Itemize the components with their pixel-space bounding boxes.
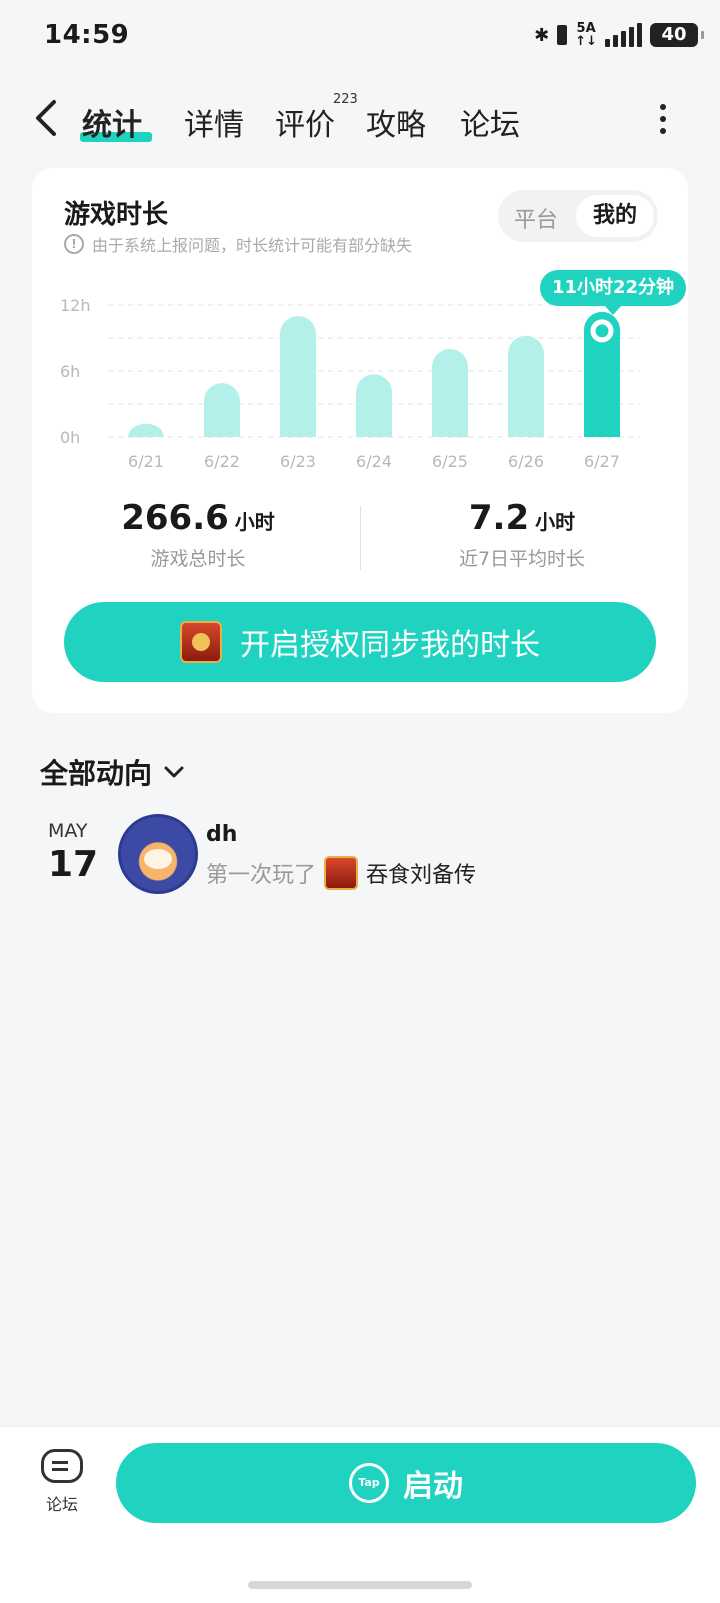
more-icon[interactable] — [660, 104, 668, 140]
x-tick-label: 6/27 — [584, 452, 620, 471]
notice-text: 由于系统上报问题，时长统计可能有部分缺失 — [92, 236, 413, 255]
forum-label: 论坛 — [45, 1495, 78, 1514]
stat-total-value: 266.6 — [121, 498, 229, 538]
card-title: 游戏时长 — [64, 200, 169, 230]
notice: ! 由于系统上报问题，时长统计可能有部分缺失 — [64, 232, 412, 256]
x-tick-label: 6/23 — [280, 452, 316, 471]
chart-bar — [432, 349, 468, 437]
feed-username[interactable]: dh — [206, 822, 237, 847]
feed-item[interactable]: MAY 17 dh 第一次玩了 吞食刘备传 — [40, 814, 680, 906]
battery-saver-icon — [557, 25, 568, 45]
bluetooth-icon: ✱ — [534, 24, 550, 46]
chart-bar — [508, 335, 544, 437]
tab-guides[interactable]: 攻略 — [366, 100, 426, 144]
feed-action: 第一次玩了 吞食刘备传 — [206, 856, 476, 890]
tab-details[interactable]: 详情 — [184, 100, 244, 144]
feed-action-text: 第一次玩了 — [206, 863, 317, 888]
bottom-bar: 论坛 Tap 启动 — [0, 1426, 720, 1603]
launch-label: 启动 — [403, 1469, 463, 1504]
selected-bar-tooltip: 11小时22分钟 — [540, 270, 686, 315]
stat-average-value: 7.2 — [468, 498, 530, 538]
chart-bar — [128, 423, 164, 437]
feed-title: 全部动向 — [40, 757, 153, 790]
tab-forum[interactable]: 论坛 — [460, 100, 520, 144]
status-time: 14:59 — [44, 20, 130, 50]
signal-icon — [605, 23, 642, 47]
stat-total: 266.6 小时 游戏总时长 — [48, 498, 348, 571]
stats-row: 266.6 小时 游戏总时长 7.2 小时 近7日平均时长 — [32, 498, 688, 578]
x-tick-label: 6/21 — [128, 452, 164, 471]
top-nav: 统计 详情 评价 223 攻略 论坛 — [0, 92, 720, 152]
chart-bar — [584, 311, 620, 437]
game-icon — [180, 621, 222, 663]
game-icon — [324, 856, 359, 890]
chart-bar — [356, 374, 392, 437]
stats-divider — [360, 506, 361, 570]
stat-average: 7.2 小时 近7日平均时长 — [372, 498, 672, 571]
x-tick-label: 6/25 — [432, 452, 468, 471]
launch-button[interactable]: Tap 启动 — [116, 1443, 696, 1523]
battery-icon: 40 — [650, 23, 704, 47]
tab-reviews[interactable]: 评价 — [275, 100, 335, 144]
toggle-mine[interactable]: 我的 — [576, 195, 654, 237]
sync-button-label: 开启授权同步我的时长 — [240, 628, 540, 663]
chart-svg: 12h 6h 0h 6/21 6/22 6/23 6/24 6/25 6/26 6/27 — [60, 296, 640, 471]
x-tick-label: 6/24 — [356, 452, 392, 471]
status-bar: 14:59 ✱ 5A ↑↓ 40 — [0, 0, 720, 74]
stat-total-unit: 小时 — [234, 510, 275, 534]
x-tick-label: 6/26 — [508, 452, 544, 471]
chat-icon — [41, 1449, 83, 1483]
sync-playtime-button[interactable]: 开启授权同步我的时长 — [64, 602, 656, 682]
info-icon: ! — [64, 234, 84, 254]
avatar[interactable] — [118, 814, 198, 894]
feed-filter[interactable]: 全部动向 — [40, 752, 186, 792]
scope-toggle: 平台 我的 — [498, 190, 658, 242]
feed-day: 17 — [48, 844, 99, 885]
home-indicator — [248, 1581, 472, 1589]
toggle-platform[interactable]: 平台 — [514, 202, 558, 234]
stat-average-label: 近7日平均时长 — [458, 548, 586, 570]
stat-total-label: 游戏总时长 — [150, 548, 246, 570]
stat-average-unit: 小时 — [535, 510, 576, 534]
y-tick-label: 6h — [60, 362, 80, 381]
tab-statistics[interactable]: 统计 — [82, 100, 142, 144]
reviews-count-badge: 223 — [333, 92, 358, 107]
forum-button[interactable]: 论坛 — [40, 1449, 84, 1515]
y-tick-label: 0h — [60, 428, 80, 447]
feed-month: MAY — [48, 820, 88, 842]
feed-game-name[interactable]: 吞食刘备传 — [366, 857, 476, 889]
chevron-down-icon — [164, 766, 184, 778]
chart-bar — [204, 383, 240, 437]
y-tick-label: 12h — [60, 296, 91, 315]
playtime-chart: 12h 6h 0h 6/21 6/22 6/23 6/24 6/25 6/26 6/27 — [60, 295, 660, 475]
network-type: 5A ↑↓ — [575, 21, 597, 49]
back-icon[interactable] — [30, 98, 70, 138]
status-icons: ✱ 5A ↑↓ 40 — [534, 21, 704, 49]
chart-bar — [280, 316, 316, 437]
x-tick-label: 6/22 — [204, 452, 240, 471]
tap-icon: Tap — [349, 1463, 389, 1503]
